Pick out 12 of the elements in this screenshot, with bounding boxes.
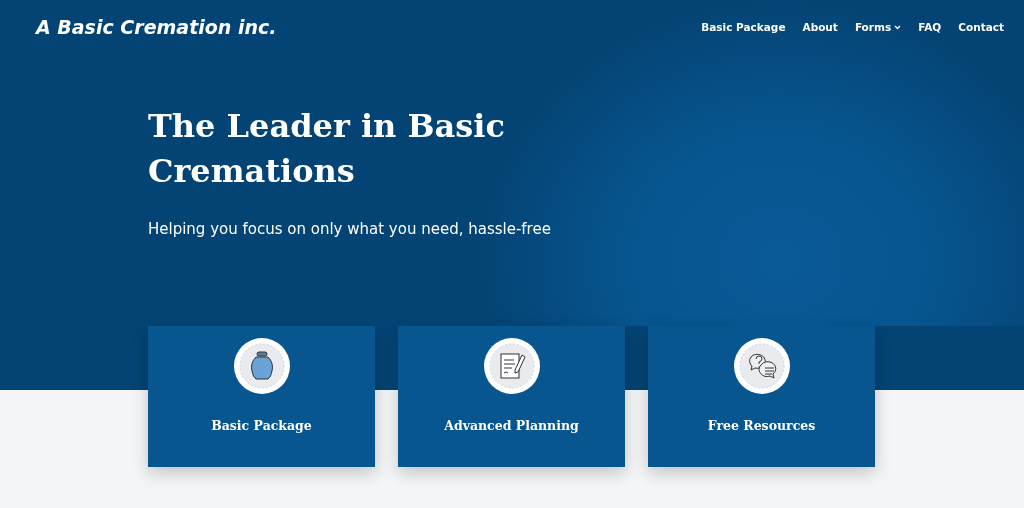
hero-subtitle: Helping you focus on only what you need, hassle-free bbox=[148, 220, 552, 238]
hero-title: The Leader in Basic Cremations bbox=[148, 106, 506, 192]
nav-link[interactable]: Forms bbox=[854, 21, 902, 33]
nav-link[interactable]: About bbox=[802, 21, 838, 33]
nav-link[interactable]: Basic Package bbox=[701, 21, 786, 33]
service-card[interactable]: Advanced Planning bbox=[398, 326, 625, 467]
service-card[interactable]: Free Resources bbox=[648, 326, 875, 467]
chevron-down-icon bbox=[894, 24, 902, 30]
nav-link[interactable]: FAQ bbox=[918, 21, 942, 33]
nav-link[interactable]: Contact bbox=[958, 21, 1004, 33]
site-logo[interactable]: A Basic Cremation inc. bbox=[36, 16, 277, 38]
service-card[interactable]: Basic Package bbox=[148, 326, 375, 467]
